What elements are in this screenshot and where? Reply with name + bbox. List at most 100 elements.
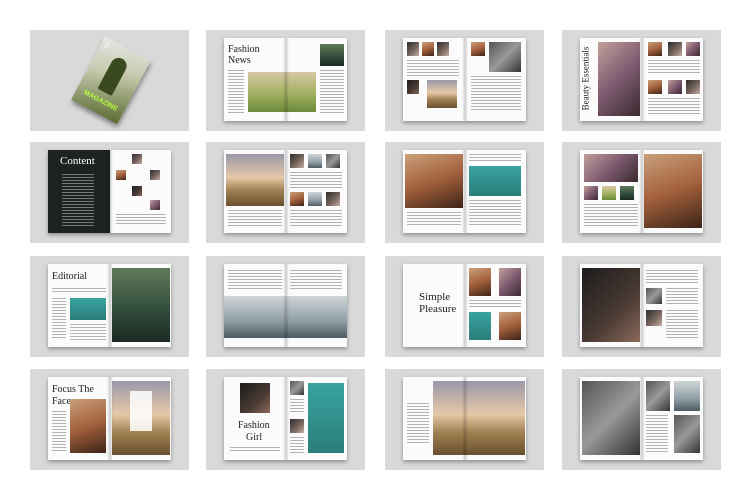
- bw-photo: [673, 415, 700, 453]
- portrait-photo: [468, 268, 491, 296]
- portrait-photo: [498, 268, 521, 296]
- portrait-photo: [240, 383, 270, 413]
- magazine-spread: Simple Pleasure: [403, 264, 526, 347]
- portrait-photo: [667, 42, 682, 56]
- portrait-photo: [427, 80, 457, 108]
- spread-heading-line-2: Pleasure: [419, 303, 457, 315]
- portrait-photo: [647, 80, 662, 94]
- thumb-photo: [620, 186, 634, 200]
- magazine-spread: [403, 150, 526, 233]
- portrait-photo: [468, 312, 491, 340]
- mockup-tile-simple-pleasure[interactable]: Simple Pleasure: [385, 256, 544, 357]
- landscape-photo: [285, 72, 316, 112]
- portrait-photo: [289, 154, 304, 168]
- portrait-photo: [422, 42, 434, 56]
- bw-photo: [673, 381, 700, 411]
- portrait-photo: [645, 310, 662, 326]
- nails-photo: [584, 154, 638, 182]
- seascape-photo: [285, 296, 347, 338]
- magazine-spread: [580, 150, 703, 233]
- mockup-tile-red-lips[interactable]: [562, 256, 721, 357]
- bw-photo: [645, 381, 670, 411]
- mockup-tile-sunset[interactable]: [385, 369, 544, 470]
- landscape-photo: [111, 268, 170, 342]
- cover-model-photo: [97, 55, 130, 97]
- thumb-photo: [131, 154, 142, 164]
- portrait-photo: [70, 399, 106, 453]
- beauty-closeup-photo: [643, 154, 702, 228]
- landscape-photo: [248, 72, 286, 112]
- portrait-photo: [307, 154, 322, 168]
- portrait-photo: [70, 298, 106, 320]
- magazine-spread: Beauty Essentials: [580, 38, 703, 121]
- spread-heading: Content: [60, 155, 95, 167]
- spread-heading-line-1: Fashion: [238, 420, 270, 431]
- magazine-spread: [403, 377, 526, 460]
- portrait-photo: [319, 44, 344, 66]
- portrait-photo: [407, 80, 419, 94]
- thumb-photo: [115, 170, 126, 180]
- spread-heading: Beauty Essentials: [580, 46, 591, 111]
- text-panel: [129, 391, 152, 431]
- sunset-photo: [464, 381, 525, 455]
- portrait-photo: [488, 42, 521, 72]
- magazine-spread: [580, 377, 703, 460]
- spread-heading-line-1: Simple: [419, 291, 451, 303]
- fashion-photo: [405, 154, 463, 208]
- magazine-spread: [580, 264, 703, 347]
- mockup-tile-beauty-essentials[interactable]: Beauty Essentials: [562, 30, 721, 131]
- mockup-tile-editorial[interactable]: Editorial: [30, 256, 189, 357]
- magazine-cover: F MAGAZINE: [71, 36, 151, 124]
- thumb-photo: [131, 186, 142, 196]
- magazine-spread: [224, 264, 347, 347]
- spread-heading-line-1: Focus The: [52, 384, 94, 395]
- mockup-tile-seascape[interactable]: [206, 256, 365, 357]
- portrait-photo: [325, 192, 340, 206]
- portrait-photo: [470, 42, 485, 56]
- mockup-tile-golden-portrait[interactable]: [206, 142, 365, 243]
- magazine-spread: Focus The Face: [48, 377, 171, 460]
- magazine-spread: Editorial: [48, 264, 171, 347]
- magazine-spread: [224, 150, 347, 233]
- magazine-spread: [403, 38, 526, 121]
- portrait-photo: [685, 80, 700, 94]
- seascape-photo: [224, 296, 286, 338]
- portrait-photo: [407, 42, 419, 56]
- fashion-photo: [468, 166, 521, 196]
- portrait-photo: [226, 154, 284, 206]
- portrait-photo: [289, 192, 304, 206]
- mockup-tile-focus-the-face[interactable]: Focus The Face: [30, 369, 189, 470]
- beauty-closeup-photo: [582, 268, 640, 342]
- portrait-photo: [647, 42, 662, 56]
- mockup-tile-cover[interactable]: F MAGAZINE: [30, 30, 189, 131]
- mockup-tile-content[interactable]: Content: [30, 142, 189, 243]
- mockup-tile-fashion-news[interactable]: Fashion News: [206, 30, 365, 131]
- magazine-spread: Content: [48, 150, 171, 233]
- magazine-spread: Fashion News: [224, 38, 347, 121]
- mockup-tile-photo-grid[interactable]: [385, 30, 544, 131]
- fashion-photo: [307, 383, 344, 453]
- cover-letter: F: [102, 40, 112, 52]
- thumb-photo: [149, 200, 160, 210]
- spread-heading-line-2: Girl: [246, 432, 263, 443]
- mockup-tile-monochrome[interactable]: [562, 369, 721, 470]
- mockup-tile-nails[interactable]: [562, 142, 721, 243]
- spread-heading-line-2: Face: [52, 396, 71, 407]
- mockup-tile-fashion-girl[interactable]: Fashion Girl: [206, 369, 365, 470]
- spread-heading: Fashion News: [228, 44, 260, 66]
- portrait-photo: [289, 381, 304, 395]
- portrait-photo: [307, 192, 322, 206]
- thumb-photo: [584, 186, 598, 200]
- thumb-photo: [149, 170, 160, 180]
- mockup-tile-orange-look[interactable]: [385, 142, 544, 243]
- portrait-photo: [645, 288, 662, 304]
- portrait-photo: [498, 312, 521, 340]
- portrait-photo: [289, 419, 304, 433]
- beauty-closeup-photo: [598, 42, 640, 116]
- portrait-photo: [437, 42, 449, 56]
- sunset-photo: [433, 381, 465, 455]
- spread-heading: Editorial: [52, 271, 87, 282]
- thumb-photo: [602, 186, 616, 200]
- portrait-photo: [325, 154, 340, 168]
- magazine-spread: Fashion Girl: [224, 377, 347, 460]
